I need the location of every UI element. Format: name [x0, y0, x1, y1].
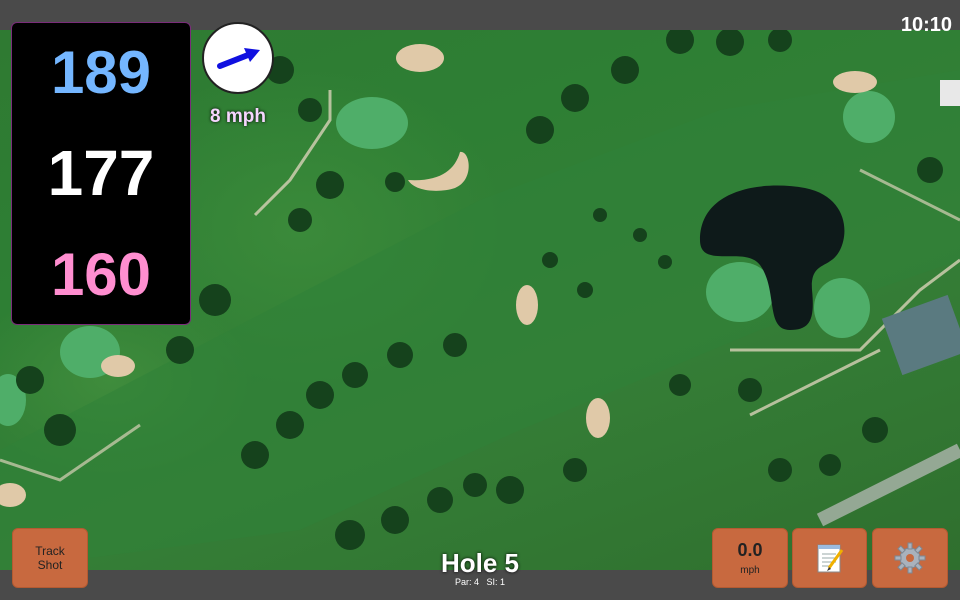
- settings-button[interactable]: [872, 528, 948, 588]
- front-distance: 160: [50, 241, 152, 309]
- status-clock: 10:10: [900, 14, 952, 36]
- track-shot-label: Track Shot: [35, 544, 65, 572]
- notepad-icon: [817, 544, 843, 573]
- hole-si: SI: 1: [486, 577, 506, 587]
- distance-panel: 189 177 160: [11, 22, 191, 325]
- wind-unit: mph: [740, 565, 760, 576]
- wind-speed-button[interactable]: 0.0 mph: [712, 528, 788, 588]
- hole-title: Hole 5: [440, 548, 520, 578]
- wind-value: 0.0: [737, 540, 763, 560]
- hole-info: Hole 5 Par: 4 SI: 1: [400, 548, 560, 587]
- hole-par: Par: 4: [454, 577, 479, 587]
- track-shot-button[interactable]: Track Shot: [12, 528, 88, 588]
- back-distance: 189: [50, 38, 152, 106]
- wind-arrow-icon: [217, 48, 260, 69]
- hole-par-si: Par: 4 SI: 1: [400, 577, 560, 587]
- wind-direction-dial: [202, 22, 274, 94]
- wind-speed-label: 8 mph: [210, 106, 266, 127]
- notes-button[interactable]: [792, 528, 867, 588]
- gear-icon: [894, 542, 926, 574]
- middle-distance: 177: [47, 137, 155, 210]
